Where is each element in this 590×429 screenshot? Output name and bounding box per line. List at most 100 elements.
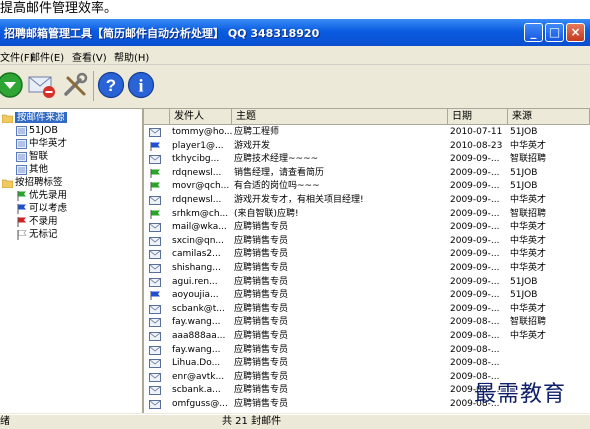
- table-row[interactable]: srhkm@ch... (来自智联)应聘! 2009-09-... 智联招聘: [144, 208, 590, 222]
- table-row[interactable]: camilas2... 应聘销售专员 2009-09-... 中华英才: [144, 248, 590, 262]
- table-row[interactable]: aaa888aa... 应聘销售专员 2009-08-... 中华英才: [144, 330, 590, 344]
- cell-sender: scbank.a...: [172, 385, 221, 396]
- cell-source: 中华英才: [510, 249, 547, 260]
- info-icon[interactable]: i: [126, 70, 156, 100]
- envelope-icon: [149, 196, 161, 205]
- table-row[interactable]: movr@qch... 有合适的岗位吗~~~ 2009-09-... 51JOB: [144, 180, 590, 194]
- cell-source: 中华英才: [510, 235, 547, 246]
- cell-date: 2009-08-...: [450, 358, 500, 369]
- cell-source: 51JOB: [510, 127, 538, 137]
- table-row[interactable]: fay.wang... 应聘销售专员 2009-08-...: [144, 344, 590, 358]
- cell-source: 智联招聘: [510, 317, 547, 328]
- table-row[interactable]: player1@... 游戏开发 2010-08-23 中华英才: [144, 140, 590, 154]
- table-row[interactable]: shishang... 应聘销售专员 2009-09-... 中华英才: [144, 262, 590, 276]
- cell-sender: omfguss@...: [172, 399, 228, 409]
- cell-date: 2009-09-...: [450, 154, 500, 165]
- cell-date: 2009-09-...: [450, 195, 500, 205]
- table-row[interactable]: agui.ren... 应聘销售专员 2009-09-... 51JOB: [144, 276, 590, 290]
- cell-date: 2010-07-11: [450, 127, 503, 137]
- envelope-icon: [149, 372, 161, 382]
- table-row[interactable]: aoyoujia... 应聘销售专员 2009-09-... 51JOB: [144, 289, 590, 303]
- blue-flag-icon: [150, 141, 160, 151]
- title-bar[interactable]: 招聘邮箱管理工具【简历邮件自动分析处理】 QQ 348318920 _ □ ×: [0, 19, 590, 46]
- column-header-source[interactable]: 来源: [508, 109, 590, 125]
- tree-item-consider[interactable]: 可以考虑: [16, 202, 67, 215]
- cell-date: 2010-08-23: [450, 140, 503, 151]
- cell-source: 中华英才: [510, 303, 547, 314]
- table-row[interactable]: sxcin@qn... 应聘销售专员 2009-09-... 中华英才: [144, 235, 590, 249]
- menu-mail[interactable]: 邮件(E): [30, 49, 64, 64]
- window-title: 招聘邮箱管理工具【简历邮件自动分析处理】 QQ 348318920: [4, 27, 320, 40]
- table-row[interactable]: fay.wang... 应聘销售专员 2009-08-... 智联招聘: [144, 316, 590, 330]
- maximize-button[interactable]: □: [545, 23, 564, 42]
- tree-item-other[interactable]: 其他: [16, 163, 48, 176]
- column-header-sender[interactable]: 发件人: [170, 109, 232, 125]
- table-row[interactable]: scbank@t... 应聘销售专员 2009-09-... 中华英才: [144, 303, 590, 317]
- envelope-icon: [149, 304, 161, 314]
- menu-file[interactable]: 文件(F): [0, 49, 34, 64]
- cell-sender: movr@qch...: [172, 181, 230, 192]
- cell-sender: agui.ren...: [172, 276, 218, 287]
- app-window: 招聘邮箱管理工具【简历邮件自动分析处理】 QQ 348318920 _ □ × …: [0, 19, 590, 429]
- list-icon: [16, 138, 27, 149]
- envelope-icon: [149, 264, 161, 273]
- list-icon: [16, 125, 27, 136]
- cell-date: 2009-09-...: [450, 235, 500, 246]
- cell-sender: fay.wang...: [172, 344, 221, 355]
- cell-date: 2009-09-...: [450, 290, 500, 301]
- table-row[interactable]: tommy@ho... 应聘工程师 2010-07-11 51JOB: [144, 126, 590, 140]
- table-row[interactable]: mail@wka... 应聘销售专员 2009-09-... 中华英才: [144, 221, 590, 235]
- cell-date: 2009-09-...: [450, 181, 500, 192]
- envelope-icon: [149, 236, 161, 246]
- table-row[interactable]: rdqnewsl... 游戏开发专才，有相关项目经理! 2009-09-... 中华英…: [144, 194, 590, 208]
- tree-item-priority-hire[interactable]: 优先录用: [16, 189, 67, 202]
- tree-item-chinahr[interactable]: 中华英才: [16, 137, 67, 150]
- tree-item-reject[interactable]: 不录用: [16, 215, 58, 228]
- cell-source: 智联招聘: [510, 208, 547, 219]
- cell-subject: 应聘销售专员: [234, 399, 289, 409]
- minimize-button[interactable]: _: [524, 23, 543, 42]
- column-header-icon[interactable]: [144, 109, 170, 125]
- menu-view[interactable]: 查看(V): [72, 49, 107, 64]
- cell-sender: tommy@ho...: [172, 127, 232, 137]
- mail-delete-icon[interactable]: [27, 70, 57, 100]
- tools-icon[interactable]: [60, 70, 90, 100]
- cell-source: 51JOB: [510, 276, 538, 287]
- column-header-subject[interactable]: 主题: [232, 109, 448, 125]
- cell-sender: rdqnewsl...: [172, 195, 222, 205]
- tree-item-zhaopin[interactable]: 智联: [16, 150, 48, 163]
- column-header-date[interactable]: 日期: [448, 109, 508, 125]
- tree-item-unmarked[interactable]: 无标记: [16, 228, 58, 241]
- toolbar: ? i: [0, 65, 590, 109]
- help-icon[interactable]: ?: [96, 70, 126, 100]
- cell-subject: 游戏开发: [234, 140, 271, 151]
- envelope-icon: [149, 345, 161, 355]
- status-bar: 绪 共 21 封邮件: [0, 414, 590, 429]
- envelope-icon: [149, 386, 161, 396]
- list-icon: [16, 164, 27, 175]
- cell-date: 2009-09-...: [450, 222, 500, 233]
- cell-sender: mail@wka...: [172, 222, 227, 233]
- cell-date: 2009-08-...: [450, 344, 500, 355]
- mail-list: 发件人 主题 日期 来源 tommy@ho... 应聘工程师 2010-07-11 5…: [144, 109, 590, 413]
- cell-sender: Lihua.Do...: [172, 358, 221, 369]
- close-button[interactable]: ×: [566, 23, 585, 42]
- table-row[interactable]: Lihua.Do... 应聘销售专员 2009-08-...: [144, 357, 590, 371]
- tree-group-by-source[interactable]: 按邮件来源: [2, 111, 67, 124]
- envelope-icon: [149, 128, 161, 137]
- red-flag-icon: [17, 216, 26, 227]
- table-row[interactable]: rdqnewsl... 销售经理，请查看简历 2009-09-... 51JOB: [144, 167, 590, 181]
- cell-source: 中华英才: [510, 331, 547, 341]
- cell-subject: 应聘销售专员: [234, 303, 289, 314]
- download-icon[interactable]: [0, 70, 30, 100]
- folder-icon: [2, 114, 13, 123]
- tree-group-by-tag[interactable]: 按招聘标签: [2, 176, 63, 189]
- cell-subject: 应聘销售专员: [234, 276, 289, 287]
- cell-sender: player1@...: [172, 140, 224, 151]
- green-flag-icon: [150, 209, 160, 219]
- menu-help[interactable]: 帮助(H): [114, 49, 149, 64]
- tree-item-51job[interactable]: 51JOB: [16, 124, 58, 137]
- cell-sender: fay.wang...: [172, 317, 221, 328]
- table-row[interactable]: tkhycibg... 应聘技术经理~~~~ 2009-09-... 智联招聘: [144, 153, 590, 167]
- green-flag-icon: [150, 168, 160, 178]
